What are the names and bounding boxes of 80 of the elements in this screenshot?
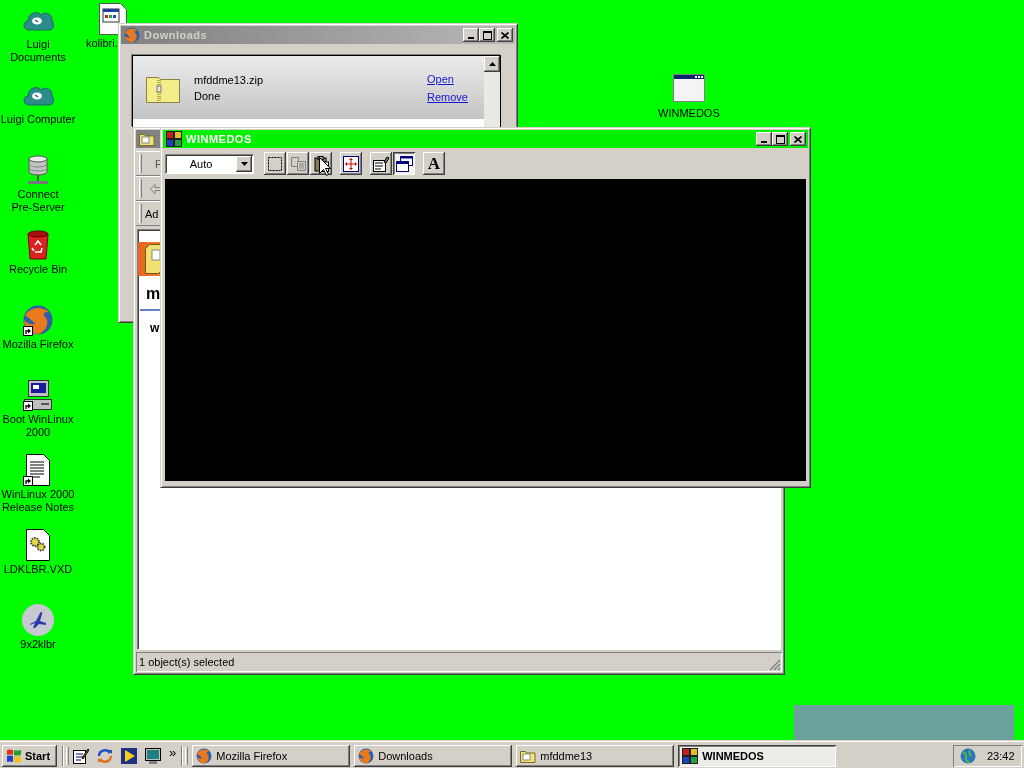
icon-label[interactable]: Luigi Documents — [0, 38, 76, 64]
full-screen-button[interactable] — [340, 152, 362, 175]
mark-button[interactable] — [264, 152, 286, 175]
close-button[interactable] — [790, 132, 806, 146]
file-name: mfddme13.zip — [194, 72, 264, 88]
taskbar-button[interactable]: Mozilla Firefox — [192, 744, 351, 767]
maximize-icon — [775, 134, 785, 144]
caret-icon — [240, 161, 248, 166]
blocks-icon — [682, 747, 699, 764]
folder-heading: m — [146, 284, 161, 304]
recycle-bin-icon[interactable] — [26, 230, 50, 260]
start-button[interactable]: Start — [2, 744, 57, 767]
icon-label[interactable]: Connect Pre-Server — [0, 188, 76, 214]
minimize-icon — [761, 140, 767, 143]
maximize-button[interactable] — [479, 28, 495, 42]
sync-arrows-icon[interactable] — [97, 747, 113, 764]
server-icon[interactable] — [27, 155, 49, 185]
cursor-icon — [319, 157, 331, 176]
up-arrow-icon — [488, 62, 496, 66]
icon-label[interactable]: Mozilla Firefox — [2, 338, 74, 351]
airplane-icon[interactable] — [22, 604, 54, 636]
globe-icon — [124, 27, 140, 43]
action-link[interactable]: Remove — [427, 87, 468, 106]
close-icon — [794, 135, 802, 143]
background-button[interactable] — [393, 152, 415, 175]
notepad-icon[interactable] — [73, 747, 89, 764]
selection-icon — [268, 156, 282, 171]
maximize-icon — [482, 30, 492, 40]
icon-label[interactable]: Recycle Bin — [8, 263, 68, 276]
properties-button[interactable] — [370, 152, 392, 175]
blocks-icon — [166, 131, 182, 147]
paste-button[interactable] — [310, 152, 332, 175]
scroll-up-button[interactable] — [484, 56, 500, 72]
icon-label[interactable]: WINMEDOS — [658, 107, 720, 120]
font-button[interactable]: A — [423, 152, 445, 175]
globe-icon — [196, 747, 213, 764]
folder-icon — [139, 132, 155, 146]
taskbar-button[interactable]: Downloads — [354, 744, 513, 767]
window-title: Downloads — [144, 29, 208, 41]
download-item[interactable]: mfddme13.zip Done Open Remove — [133, 56, 484, 119]
icon-label[interactable]: LDKLBR.VXD — [3, 563, 73, 576]
action-link[interactable]: Open — [427, 69, 454, 88]
move-arrows-icon — [343, 155, 359, 172]
monitor-icon[interactable] — [145, 747, 161, 764]
icon-label[interactable]: 9x2klbr — [20, 638, 56, 651]
folder-text: w — [150, 321, 160, 335]
icon-label[interactable]: Luigi Computer — [0, 113, 76, 126]
globe-icon — [358, 747, 375, 764]
taskbar-button[interactable]: WINMEDOS — [678, 744, 837, 767]
taskbar-button[interactable]: mfddme13 — [516, 744, 675, 767]
window-icon[interactable] — [673, 74, 705, 102]
dropdown-button[interactable] — [236, 155, 252, 172]
minimize-button[interactable] — [756, 132, 772, 146]
close-icon — [501, 31, 509, 39]
window-title: WINMEDOS — [186, 133, 252, 145]
close-button[interactable] — [497, 28, 513, 42]
cloud-icon[interactable] — [22, 9, 54, 31]
address-label: Ad — [145, 207, 159, 220]
folder-icon — [520, 748, 537, 763]
icon-label[interactable]: kolibri. — [86, 37, 118, 50]
clock: 23:42 — [987, 749, 1015, 762]
minimize-icon — [468, 36, 474, 39]
download-status: Done — [194, 88, 221, 104]
play-icon[interactable] — [121, 747, 137, 764]
more-button[interactable]: » — [169, 746, 177, 759]
maximize-button[interactable] — [772, 132, 788, 146]
minimize-button[interactable] — [463, 28, 479, 42]
cloud-icon[interactable] — [22, 84, 54, 106]
icon-label[interactable]: Boot WinLinux 2000 — [0, 413, 76, 439]
windows-icon — [395, 155, 413, 172]
flag-icon — [6, 748, 22, 763]
resize-grip-icon[interactable] — [769, 659, 781, 671]
icon-label[interactable]: WinLinux 2000 Release Notes — [0, 488, 76, 514]
status-text: 1 object(s) selected — [139, 656, 235, 668]
globe-icon[interactable] — [23, 305, 53, 335]
font-size-dropdown[interactable]: Auto — [165, 153, 254, 174]
gear-file-icon[interactable] — [26, 529, 50, 561]
properties-icon — [372, 155, 390, 172]
scrollbar[interactable] — [484, 56, 500, 127]
copy-icon — [290, 156, 306, 171]
